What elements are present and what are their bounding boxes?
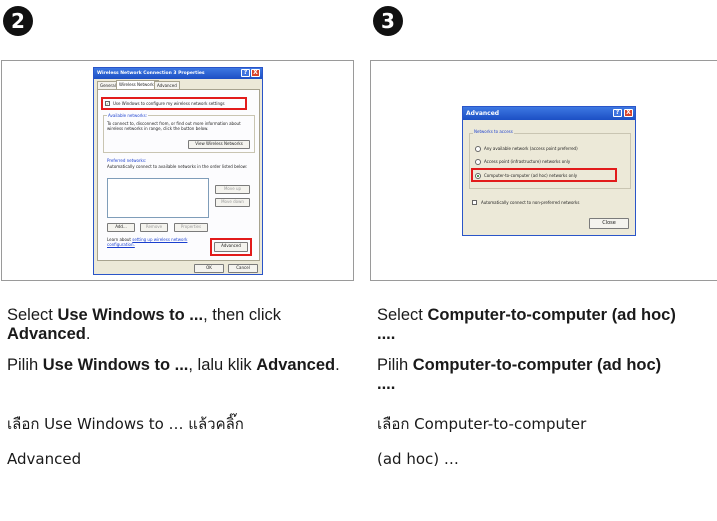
help-title-button[interactable]: ? xyxy=(241,69,250,77)
access-point-radio[interactable] xyxy=(475,159,481,165)
caption-bold: Advanced xyxy=(256,356,336,374)
step-2-caption-th-line2: Advanced xyxy=(7,450,82,468)
close-title-button[interactable]: X xyxy=(624,109,633,117)
preferred-networks-list[interactable] xyxy=(107,178,209,218)
computer-to-computer-highlight xyxy=(471,168,617,182)
wireless-properties-dialog: Wireless Network Connection 3 Properties… xyxy=(93,67,263,275)
caption-bold: Use Windows to ... xyxy=(42,356,189,374)
step-2-number: 2 xyxy=(3,6,33,36)
caption-bold: Advanced xyxy=(7,325,86,343)
caption-text: . xyxy=(335,356,340,374)
step-3-caption-en: Select Computer-to-computer (ad hoc) ...… xyxy=(377,306,677,344)
add-button[interactable]: Add... xyxy=(107,223,135,232)
caption-text: , then click xyxy=(203,306,282,324)
advanced-dialog: Advanced ? X Networks to access Any avai… xyxy=(462,106,636,236)
any-network-radio[interactable] xyxy=(475,146,481,152)
dialog-title: Advanced xyxy=(466,110,500,117)
step-3-caption-th-line2: (ad hoc) … xyxy=(377,450,459,468)
step-3-caption-th-line1: เลือก Computer-to-computer xyxy=(377,415,587,433)
tab-wireless-networks[interactable]: Wireless Networks xyxy=(116,80,159,89)
step-3-image-frame: Advanced ? X Networks to access Any avai… xyxy=(370,60,717,281)
access-point-label: Access point (infrastructure) networks o… xyxy=(484,159,571,164)
learn-about-text: Learn about setting up wireless network … xyxy=(107,237,197,248)
step-3-number: 3 xyxy=(373,6,403,36)
available-networks-desc: To connect to, disconnect from, or find … xyxy=(107,121,241,131)
step-2-image-frame: Wireless Network Connection 3 Properties… xyxy=(1,60,354,281)
networks-to-access-heading: Networks to access xyxy=(473,129,514,134)
cancel-button[interactable]: Cancel xyxy=(228,264,258,273)
use-windows-highlight xyxy=(101,97,247,110)
dialog-title-bar: Advanced xyxy=(463,107,635,120)
caption-bold: Computer-to-computer (ad hoc) .... xyxy=(377,356,662,393)
step-2-caption-th-line1: เลือก Use Windows to … แล้วคลิ๊ก xyxy=(7,415,244,433)
advanced-button-highlight xyxy=(210,238,252,256)
caption-text: . xyxy=(85,325,91,343)
available-networks-heading: Available networks: xyxy=(107,113,149,118)
preferred-networks-desc: Automatically connect to available netwo… xyxy=(107,164,248,169)
move-up-button[interactable]: Move up xyxy=(215,185,250,194)
caption-text: , lalu klik xyxy=(188,356,257,374)
tab-advanced[interactable]: Advanced xyxy=(154,81,180,89)
remove-button[interactable]: Remove xyxy=(140,223,168,232)
auto-connect-label: Automatically connect to non-preferred n… xyxy=(481,200,580,205)
view-wireless-networks-button[interactable]: View Wireless Networks xyxy=(188,140,250,149)
any-network-label: Any available network (access point pref… xyxy=(484,146,578,151)
help-title-button[interactable]: ? xyxy=(613,109,622,117)
move-down-button[interactable]: Move down xyxy=(215,198,250,207)
caption-text: Select xyxy=(7,306,58,324)
step-2-caption-en: Select Use Windows to ..., then click Ad… xyxy=(7,306,352,344)
close-title-button[interactable]: X xyxy=(251,69,260,77)
auto-connect-checkbox[interactable] xyxy=(472,200,477,205)
preferred-networks-heading: Preferred networks: xyxy=(107,158,147,163)
close-button[interactable]: Close xyxy=(589,218,629,229)
properties-button[interactable]: Properties xyxy=(174,223,208,232)
caption-text: Pilih xyxy=(7,356,43,374)
dialog-title: Wireless Network Connection 3 Properties xyxy=(97,71,205,76)
step-2-caption-id: Pilih Use Windows to ..., lalu klik Adva… xyxy=(7,356,352,375)
ok-button[interactable]: OK xyxy=(194,264,224,273)
step-3-caption-id: Pilih Computer-to-computer (ad hoc) .... xyxy=(377,356,677,394)
caption-text: Select xyxy=(377,306,428,324)
caption-text: Pilih xyxy=(377,356,413,374)
caption-bold: Use Windows to ... xyxy=(57,306,204,324)
dialog-title-bar: Wireless Network Connection 3 Properties xyxy=(94,68,262,79)
